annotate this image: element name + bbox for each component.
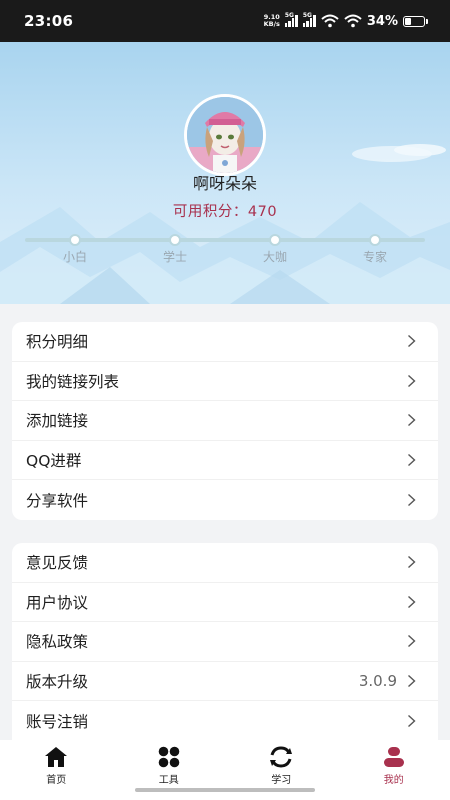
menu-item-delete-account[interactable]: 账号注销: [12, 701, 438, 740]
chevron-right-icon: [408, 635, 416, 648]
level-label: 学士: [162, 250, 187, 264]
user-icon: [381, 745, 407, 769]
refresh-icon: [268, 745, 294, 769]
menu-card-account: 积分明细 我的链接列表 添加链接 QQ进群 分享软件: [12, 322, 438, 520]
menu-item-label: 意见反馈: [26, 554, 89, 573]
signal-icon: 5G: [284, 12, 298, 27]
nav-tab-home[interactable]: 首页: [0, 740, 113, 800]
nav-label: 首页: [46, 775, 67, 786]
network-speed-unit: KB/s: [263, 20, 280, 28]
wifi-icon: [321, 14, 339, 28]
menu-card-settings: 意见反馈 用户协议 隐私政策 版本升级 3.0.9 账号注销: [12, 543, 438, 740]
network-speed: 9.10 KB/s: [264, 14, 280, 28]
wifi-icon: [344, 14, 362, 28]
menu-item-version-upgrade[interactable]: 版本升级 3.0.9: [12, 662, 438, 701]
status-bar: 23:06 9.10 KB/s 5G 5G 34%: [0, 0, 450, 42]
level-node: [69, 234, 81, 246]
menu-item-label: 积分明细: [26, 333, 89, 352]
nickname: 啊呀朵朵: [192, 174, 257, 193]
menu-item-user-agreement[interactable]: 用户协议: [12, 583, 438, 622]
level-label: 小白: [62, 250, 87, 264]
menu-item-share-app[interactable]: 分享软件: [12, 480, 438, 520]
status-icons: 9.10 KB/s 5G 5G 34%: [264, 12, 428, 29]
menu-item-label: QQ进群: [26, 451, 82, 470]
grid-icon: [156, 745, 182, 769]
menu-item-qq-group[interactable]: QQ进群: [12, 441, 438, 480]
profile-header: 啊呀朵朵 可用积分：470 小白 学士 大咖 专家: [0, 42, 450, 304]
menu-item-label: 我的链接列表: [26, 372, 120, 391]
menu-item-feedback[interactable]: 意见反馈: [12, 543, 438, 583]
level-node: [269, 234, 281, 246]
nav-label: 我的: [383, 775, 404, 786]
avatar[interactable]: [184, 94, 266, 176]
status-time: 23:06: [24, 12, 74, 30]
menu-item-add-link[interactable]: 添加链接: [12, 401, 438, 441]
points-display: 可用积分：470: [0, 200, 450, 221]
chevron-right-icon: [408, 674, 416, 687]
level-progress-track: [25, 238, 425, 242]
level-node: [169, 234, 181, 246]
level-label: 大咖: [262, 250, 287, 264]
menu-item-label: 分享软件: [26, 491, 89, 510]
home-icon: [43, 745, 69, 769]
chevron-right-icon: [408, 595, 416, 608]
menu-item-my-links[interactable]: 我的链接列表: [12, 362, 438, 401]
menu-item-label: 隐私政策: [26, 633, 89, 652]
points-label: 可用积分：: [172, 204, 248, 220]
level-label: 专家: [362, 250, 387, 264]
menu-item-label: 添加链接: [26, 412, 89, 431]
battery-percent: 34%: [366, 13, 398, 29]
menu-item-label: 用户协议: [26, 593, 89, 612]
signal-label: 5G: [284, 12, 294, 19]
battery-icon: [403, 15, 428, 27]
avatar-image: [187, 97, 263, 173]
level-node: [369, 234, 381, 246]
chevron-right-icon: [408, 335, 416, 348]
points-value: 470: [247, 204, 278, 220]
chevron-right-icon: [408, 556, 416, 569]
menu-item-points-detail[interactable]: 积分明细: [12, 322, 438, 362]
menu-item-label: 版本升级: [26, 672, 89, 691]
nav-label: 学习: [271, 775, 292, 786]
chevron-right-icon: [408, 374, 416, 387]
menu-item-privacy-policy[interactable]: 隐私政策: [12, 622, 438, 662]
chevron-right-icon: [408, 414, 416, 427]
version-number: 3.0.9: [358, 671, 397, 690]
home-indicator[interactable]: [135, 788, 315, 792]
signal-label: 5G: [302, 12, 312, 19]
menu-item-label: 账号注销: [26, 712, 89, 731]
signal-icon: 5G: [302, 12, 316, 27]
chevron-right-icon: [408, 453, 416, 466]
chevron-right-icon: [408, 714, 416, 727]
nav-label: 工具: [158, 775, 179, 786]
nav-tab-mine[interactable]: 我的: [338, 740, 450, 800]
chevron-right-icon: [408, 493, 416, 506]
